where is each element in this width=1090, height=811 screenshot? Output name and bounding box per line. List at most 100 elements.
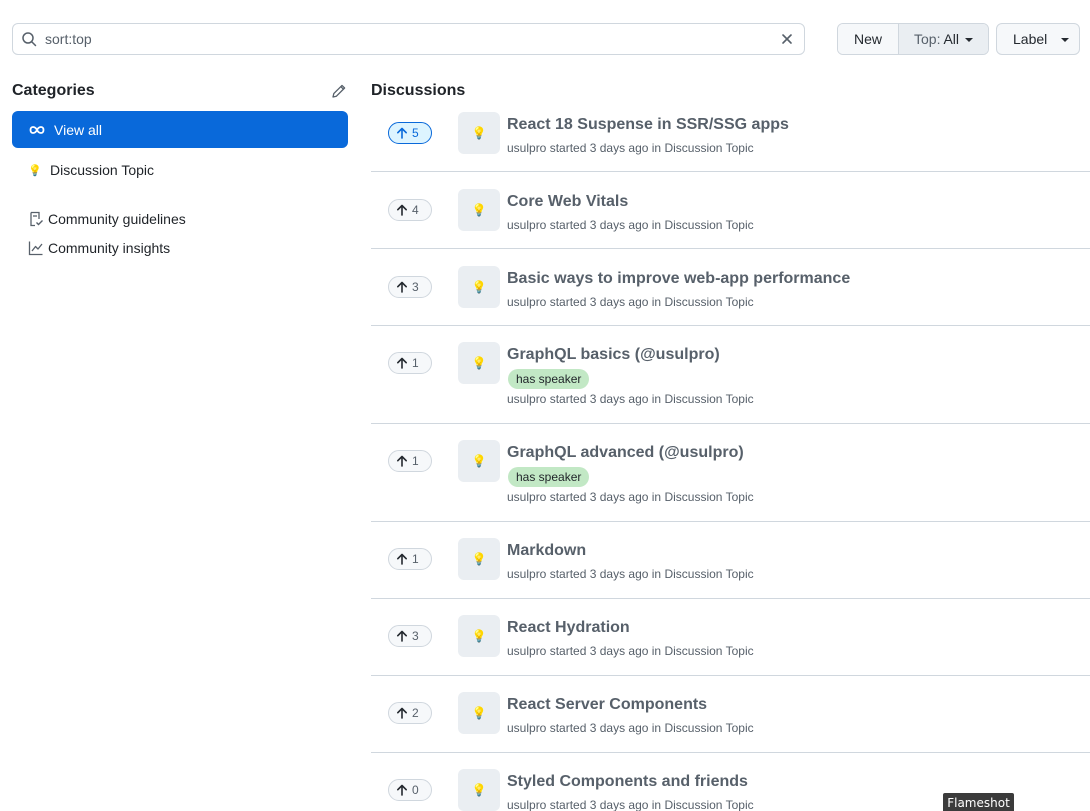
author-link[interactable]: usulpro [507,644,546,658]
discussion-title[interactable]: React Server Components [507,696,707,714]
vote-count: 2 [412,706,419,720]
label-badge[interactable]: has speaker [508,369,590,389]
started-text: started 3 days ago in [549,721,662,735]
search-icon [13,24,45,54]
discussion-item[interactable]: 5 💡 React 18 Suspense in SSR/SSG apps us… [371,106,1090,172]
discussion-title[interactable]: React Hydration [507,619,630,637]
vote-count: 1 [412,356,419,370]
discussion-list: 5 💡 React 18 Suspense in SSR/SSG apps us… [371,106,1090,811]
upvote-button[interactable]: 3 [388,276,432,298]
community-guidelines-link[interactable]: Community guidelines [28,209,186,229]
chevron-down-icon [965,38,974,42]
discussion-meta: usulpro started 3 days ago in Discussion… [507,644,754,658]
upvote-button[interactable]: 1 [388,548,432,570]
sort-top-value: All [943,31,960,47]
discussion-item[interactable]: 1 💡 Markdown usulpro started 3 days ago … [371,522,1090,599]
arrow-up-icon [397,127,407,139]
pencil-icon[interactable] [330,82,348,100]
discussion-meta: usulpro started 3 days ago in Discussion… [507,567,754,581]
upvote-button[interactable]: 1 [388,352,432,374]
lightbulb-icon: 💡 [458,440,500,482]
sort-new-button[interactable]: New [838,24,899,54]
sidebar-item-discussion-topic[interactable]: 💡 Discussion Topic [12,155,348,185]
discussion-meta: usulpro started 3 days ago in Discussion… [507,490,754,504]
lightbulb-icon: 💡 [458,189,500,231]
arrow-up-icon [397,204,407,216]
started-text: started 3 days ago in [549,392,662,406]
discussion-title[interactable]: Markdown [507,542,586,560]
author-link[interactable]: usulpro [507,141,546,155]
label-filter-button[interactable]: Label [996,23,1080,55]
category-link[interactable]: Discussion Topic [664,295,753,309]
discussion-title[interactable]: GraphQL basics (@usulpro) [507,346,720,364]
vote-count: 5 [412,126,419,140]
author-link[interactable]: usulpro [507,721,546,735]
discussion-item[interactable]: 4 💡 Core Web Vitals usulpro started 3 da… [371,172,1090,249]
upvote-button[interactable]: 0 [388,779,432,801]
vote-count: 3 [412,629,419,643]
discussion-item[interactable]: 2 💡 React Server Components usulpro star… [371,676,1090,753]
category-link[interactable]: Discussion Topic [664,567,753,581]
lightbulb-icon: 💡 [28,164,42,177]
discussion-title[interactable]: Basic ways to improve web-app performanc… [507,270,850,288]
label-badge[interactable]: has speaker [508,467,590,487]
clear-search-icon[interactable] [770,24,804,54]
arrow-up-icon [397,455,407,467]
author-link[interactable]: usulpro [507,218,546,232]
discussion-title[interactable]: React 18 Suspense in SSR/SSG apps [507,116,789,134]
lightbulb-icon: 💡 [458,538,500,580]
category-link[interactable]: Discussion Topic [664,721,753,735]
category-link[interactable]: Discussion Topic [664,218,753,232]
category-link[interactable]: Discussion Topic [664,141,753,155]
infinity-icon [29,125,45,134]
arrow-up-icon [397,784,407,796]
discussion-title[interactable]: GraphQL advanced (@usulpro) [507,444,744,462]
author-link[interactable]: usulpro [507,490,546,504]
community-insights-label: Community insights [48,240,171,256]
upvote-button[interactable]: 4 [388,199,432,221]
discussion-meta: usulpro started 3 days ago in Discussion… [507,141,754,155]
upvote-button[interactable]: 1 [388,450,432,472]
lightbulb-icon: 💡 [458,769,500,811]
vote-count: 3 [412,280,419,294]
sidebar-item-view-all[interactable]: View all [12,111,348,148]
arrow-up-icon [397,707,407,719]
search-input[interactable] [45,25,770,53]
discussion-meta: usulpro started 3 days ago in Discussion… [507,295,754,309]
discussion-meta: usulpro started 3 days ago in Discussion… [507,798,754,811]
started-text: started 3 days ago in [549,218,662,232]
author-link[interactable]: usulpro [507,798,546,811]
sort-top-prefix: Top: [914,31,941,47]
upvote-button[interactable]: 2 [388,702,432,724]
sort-top-dropdown[interactable]: Top: All [899,24,988,54]
community-guidelines-label: Community guidelines [48,211,186,227]
discussion-item[interactable]: 3 💡 Basic ways to improve web-app perfor… [371,249,1090,326]
graph-icon [28,241,43,256]
discussion-item[interactable]: 1 💡 GraphQL advanced (@usulpro) has spea… [371,424,1090,522]
discussion-title[interactable]: Core Web Vitals [507,193,628,211]
category-link[interactable]: Discussion Topic [664,644,753,658]
category-link[interactable]: Discussion Topic [664,798,753,811]
author-link[interactable]: usulpro [507,392,546,406]
started-text: started 3 days ago in [549,141,662,155]
discussion-meta: usulpro started 3 days ago in Discussion… [507,218,754,232]
started-text: started 3 days ago in [549,798,662,811]
community-insights-link[interactable]: Community insights [28,238,170,258]
author-link[interactable]: usulpro [507,295,546,309]
search-box[interactable] [12,23,805,55]
category-link[interactable]: Discussion Topic [664,490,753,504]
category-link[interactable]: Discussion Topic [664,392,753,406]
upvote-button[interactable]: 3 [388,625,432,647]
flameshot-tooltip: Flameshot [943,793,1014,811]
checklist-icon [30,211,43,227]
author-link[interactable]: usulpro [507,567,546,581]
lightbulb-icon: 💡 [458,112,500,154]
discussion-meta: usulpro started 3 days ago in Discussion… [507,721,754,735]
vote-count: 1 [412,552,419,566]
discussion-title[interactable]: Styled Components and friends [507,773,748,791]
upvote-button[interactable]: 5 [388,122,432,144]
lightbulb-icon: 💡 [458,342,500,384]
vote-count: 1 [412,454,419,468]
discussion-item[interactable]: 1 💡 GraphQL basics (@usulpro) has speake… [371,326,1090,424]
discussion-item[interactable]: 3 💡 React Hydration usulpro started 3 da… [371,599,1090,676]
